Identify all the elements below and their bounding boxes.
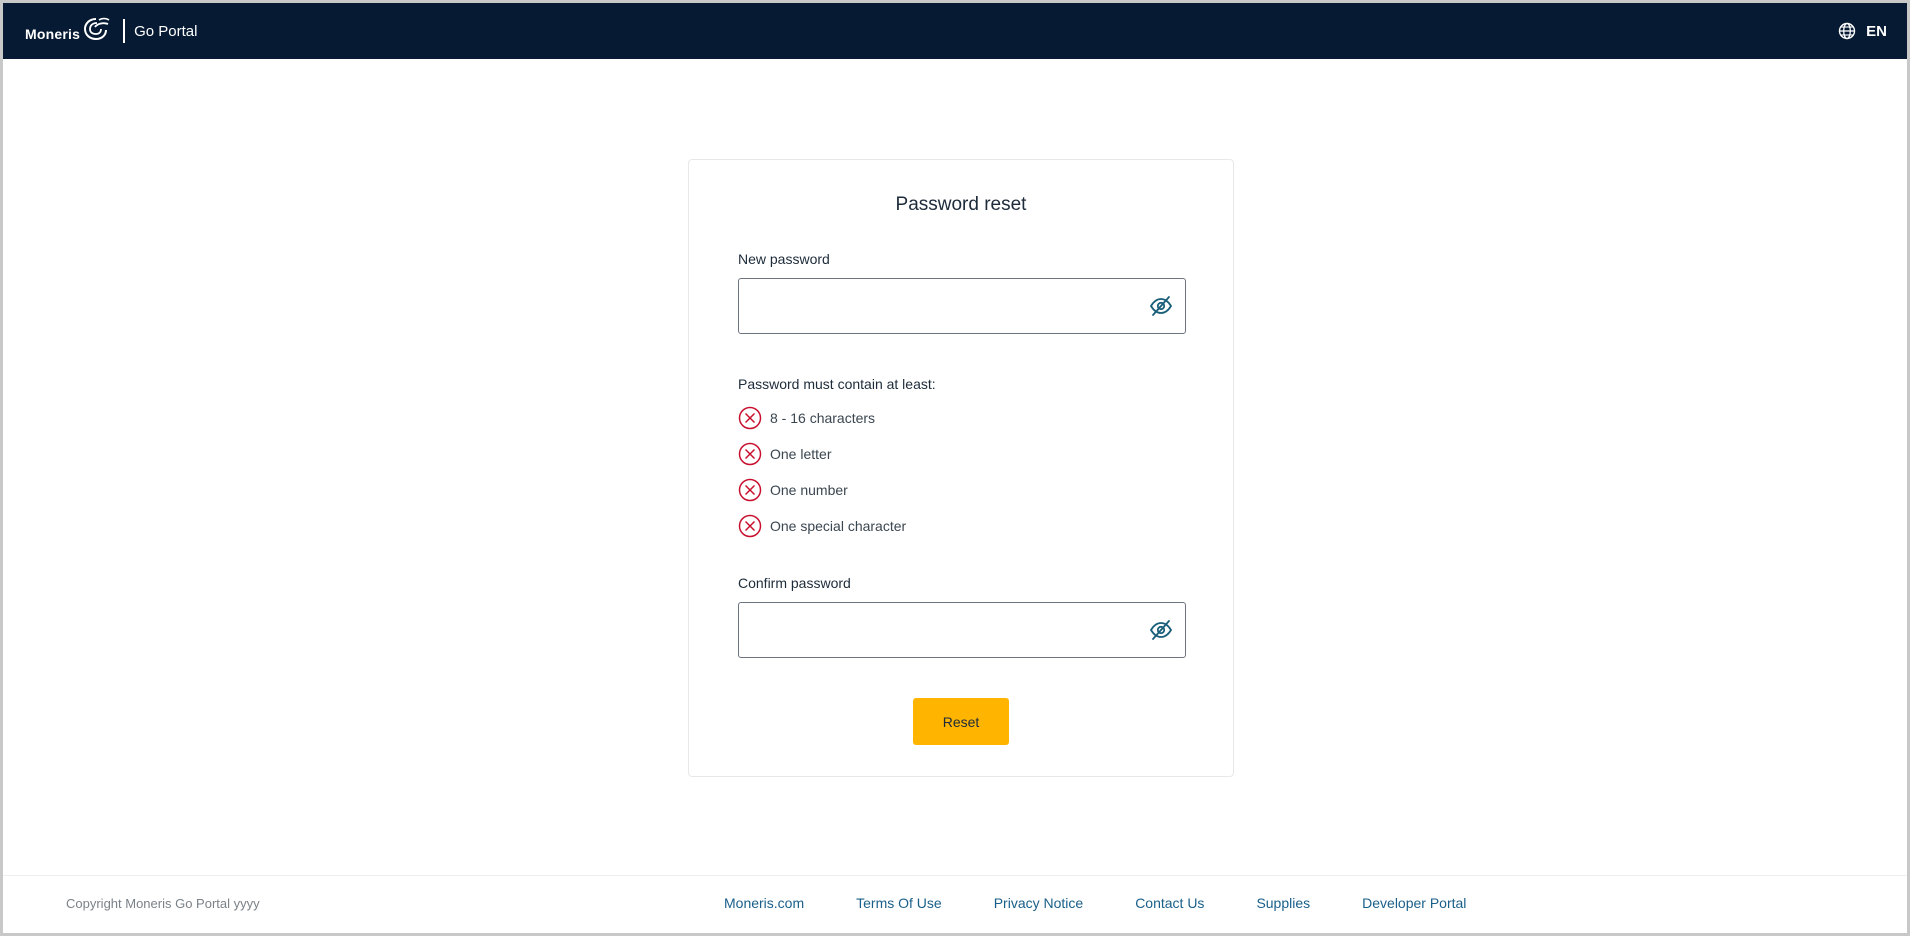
eye-hidden-icon[interactable]	[1149, 295, 1173, 317]
password-rule: One letter	[738, 442, 831, 466]
password-rule-text: One letter	[770, 446, 832, 462]
x-circle-icon	[738, 406, 762, 430]
eye-hidden-icon[interactable]	[1149, 619, 1173, 641]
language-code: EN	[1866, 22, 1887, 40]
x-circle-icon	[738, 442, 762, 466]
password-rule: One number	[738, 478, 848, 502]
globe-icon	[1838, 22, 1856, 40]
new-password-label: New password	[738, 251, 830, 267]
reset-button[interactable]: Reset	[913, 698, 1009, 745]
confirm-password-label: Confirm password	[738, 575, 851, 591]
product-name: Go Portal	[134, 22, 198, 40]
logo-text: Moneris	[25, 26, 81, 42]
password-reset-card: Password reset New password Password mus…	[688, 159, 1234, 777]
x-circle-icon	[738, 478, 762, 502]
password-rule-text: One number	[770, 482, 848, 498]
footer: Copyright Moneris Go Portal yyyy Moneris…	[3, 875, 1907, 933]
password-rule: One special character	[738, 514, 906, 538]
confirm-password-field-wrapper	[738, 602, 1186, 658]
footer-link-privacy-notice[interactable]: Privacy Notice	[994, 895, 1083, 911]
password-rule-text: 8 - 16 characters	[770, 410, 876, 426]
footer-link-moneris[interactable]: Moneris.com	[724, 895, 804, 911]
footer-link-terms-of-use[interactable]: Terms Of Use	[856, 895, 942, 911]
moneris-swirl-icon	[84, 17, 110, 41]
brand[interactable]: Moneris Go Portal	[25, 3, 197, 59]
footer-link-developer-portal[interactable]: Developer Portal	[1362, 895, 1466, 911]
footer-link-contact-us[interactable]: Contact Us	[1135, 895, 1204, 911]
confirm-password-input[interactable]	[739, 603, 1119, 657]
brand-divider	[123, 19, 126, 43]
page-title: Password reset	[895, 194, 1027, 215]
password-rule-text: One special character	[770, 518, 907, 534]
footer-links: Moneris.com Terms Of Use Privacy Notice …	[724, 895, 1518, 911]
new-password-input[interactable]	[739, 279, 1119, 333]
password-rules-title: Password must contain at least:	[738, 376, 936, 392]
moneris-logo: Moneris	[25, 17, 111, 43]
copyright-text: Copyright Moneris Go Portal yyyy	[66, 896, 260, 911]
top-navigation-bar: Moneris Go Portal EN	[3, 3, 1907, 59]
new-password-field-wrapper	[738, 278, 1186, 334]
app-frame: Moneris Go Portal EN Password reset New …	[0, 0, 1910, 936]
x-circle-icon	[738, 514, 762, 538]
footer-link-supplies[interactable]: Supplies	[1256, 895, 1310, 911]
password-rule: 8 - 16 characters	[738, 406, 875, 430]
language-selector[interactable]: EN	[1838, 22, 1887, 40]
